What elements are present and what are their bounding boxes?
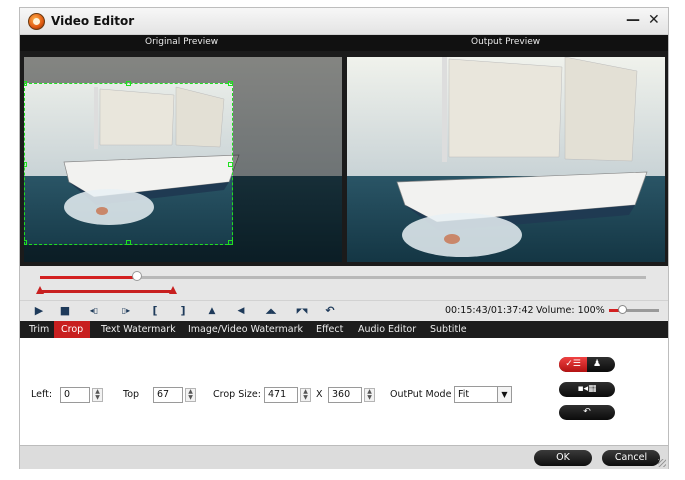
crop-handle-top-left[interactable] — [24, 81, 27, 86]
flip-horizontal-icon[interactable]: ◢◣ — [262, 304, 280, 318]
rotate-right-icon[interactable]: ◤◥ — [293, 304, 311, 318]
top-label: Top — [123, 389, 140, 400]
ok-button[interactable]: OK — [534, 450, 592, 466]
crop-handle-top[interactable] — [126, 81, 131, 86]
crop-handle-right[interactable] — [228, 162, 233, 167]
volume-handle[interactable] — [618, 305, 627, 314]
grid-expand-button[interactable]: ▪◂▦ — [559, 382, 615, 397]
crop-shade-bottom — [24, 245, 342, 262]
output-mode-value: Fit — [458, 389, 470, 400]
aspect-toggle-button[interactable]: ✓☰ ♟ — [559, 357, 615, 372]
output-video-frame — [347, 57, 665, 262]
preview-header: Original Preview Output Preview — [20, 35, 668, 51]
play-icon[interactable]: ▶ — [32, 304, 46, 318]
resize-grip-icon[interactable] — [658, 459, 666, 467]
cancel-button[interactable]: Cancel — [602, 450, 660, 466]
seek-handle[interactable] — [132, 271, 142, 281]
tab-subtitle[interactable]: Subtitle — [423, 321, 474, 338]
output-preview-pane — [347, 57, 665, 262]
playback-controls: ▶ ■ ◂▯ ▯▸ [ ] ▲ ◀ ◢◣ ◤◥ ↶ 00:15:43/01:37… — [20, 300, 668, 320]
top-input[interactable]: 67 — [153, 387, 183, 403]
seek-progress — [40, 276, 137, 279]
volume-slider[interactable] — [609, 305, 659, 314]
preview-area — [20, 51, 668, 266]
tab-effect[interactable]: Effect — [309, 321, 350, 338]
flip-vertical-icon[interactable]: ▲ — [205, 304, 219, 318]
crop-handle-left[interactable] — [24, 162, 27, 167]
output-preview-label: Output Preview — [471, 37, 541, 47]
tab-audio-editor[interactable]: Audio Editor — [351, 321, 423, 338]
crop-width-input[interactable]: 471 — [264, 387, 298, 403]
crop-handle-top-right[interactable] — [228, 81, 233, 86]
left-input[interactable]: 0 — [60, 387, 90, 403]
crop-handle-bottom[interactable] — [126, 240, 131, 245]
editor-tabs: Trim Crop Text Watermark Image/Video Wat… — [20, 321, 668, 338]
reset-icon: ↶ — [583, 407, 591, 417]
trim-start-marker[interactable] — [36, 286, 44, 294]
top-stepper-arrows[interactable]: ▲ ▼ — [185, 388, 196, 402]
seek-bar-row — [20, 266, 668, 300]
prev-frame-icon[interactable]: ◂▯ — [84, 304, 104, 318]
left-label: Left: — [31, 389, 53, 400]
chevron-down-icon: ▼ — [497, 387, 511, 402]
crop-panel: Left: 0 ▲ ▼ Top 67 ▲ ▼ Crop Size: 471 ▲ ▼ X… — [20, 338, 668, 445]
seek-bar[interactable] — [40, 271, 646, 281]
video-editor-window: Video Editor — ✕ Original Preview Output… — [19, 7, 669, 469]
mark-out-icon[interactable]: ] — [176, 304, 190, 318]
reset-crop-button[interactable]: ↶ — [559, 405, 615, 420]
minimize-button[interactable]: — — [626, 12, 640, 28]
output-mode-select[interactable]: Fit ▼ — [454, 386, 512, 403]
dialog-footer: OK Cancel — [20, 445, 668, 469]
window-title: Video Editor — [51, 14, 135, 28]
volume-value: 100% — [577, 305, 605, 316]
sailboat-image — [396, 57, 648, 257]
tab-trim[interactable]: Trim — [22, 321, 56, 338]
crop-size-label: Crop Size: — [213, 389, 261, 400]
tab-text-watermark[interactable]: Text Watermark — [94, 321, 183, 338]
crop-handle-bottom-right[interactable] — [228, 240, 233, 245]
original-preview-label: Original Preview — [145, 37, 219, 47]
crop-height-input[interactable]: 360 — [328, 387, 362, 403]
crop-shade-top — [24, 57, 342, 83]
output-mode-label: OutPut Mode — [390, 389, 452, 400]
tab-crop[interactable]: Crop — [54, 321, 91, 338]
crop-shade-right — [233, 83, 342, 245]
trim-range-bar — [40, 290, 173, 293]
app-logo-icon — [28, 13, 45, 30]
crop-width-arrows[interactable]: ▲ ▼ — [300, 388, 311, 402]
original-preview-pane[interactable] — [24, 57, 342, 262]
grid-expand-icon: ▪◂▦ — [577, 384, 597, 394]
title-bar: Video Editor — ✕ — [20, 8, 668, 35]
mark-in-icon[interactable]: [ — [148, 304, 162, 318]
undo-icon[interactable]: ↶ — [323, 304, 337, 318]
volume-label: Volume: 100% — [536, 305, 605, 316]
close-button[interactable]: ✕ — [648, 12, 660, 28]
timecode-display: 00:15:43/01:37:42 — [445, 305, 534, 316]
trim-end-marker[interactable] — [169, 286, 177, 294]
crop-handle-bottom-left[interactable] — [24, 240, 27, 245]
rotate-left-icon[interactable]: ◀ — [234, 304, 248, 318]
stop-icon[interactable]: ■ — [58, 304, 72, 318]
left-stepper-arrows[interactable]: ▲ ▼ — [92, 388, 103, 402]
crop-height-arrows[interactable]: ▲ ▼ — [364, 388, 375, 402]
tab-image-video-watermark[interactable]: Image/Video Watermark — [181, 321, 310, 338]
person-icon: ♟ — [593, 359, 602, 369]
crop-selection-box[interactable] — [24, 81, 233, 245]
size-separator: X — [316, 389, 323, 400]
volume-label-text: Volume: — [536, 305, 575, 316]
checklist-icon: ✓☰ — [559, 357, 587, 372]
next-frame-icon[interactable]: ▯▸ — [116, 304, 136, 318]
